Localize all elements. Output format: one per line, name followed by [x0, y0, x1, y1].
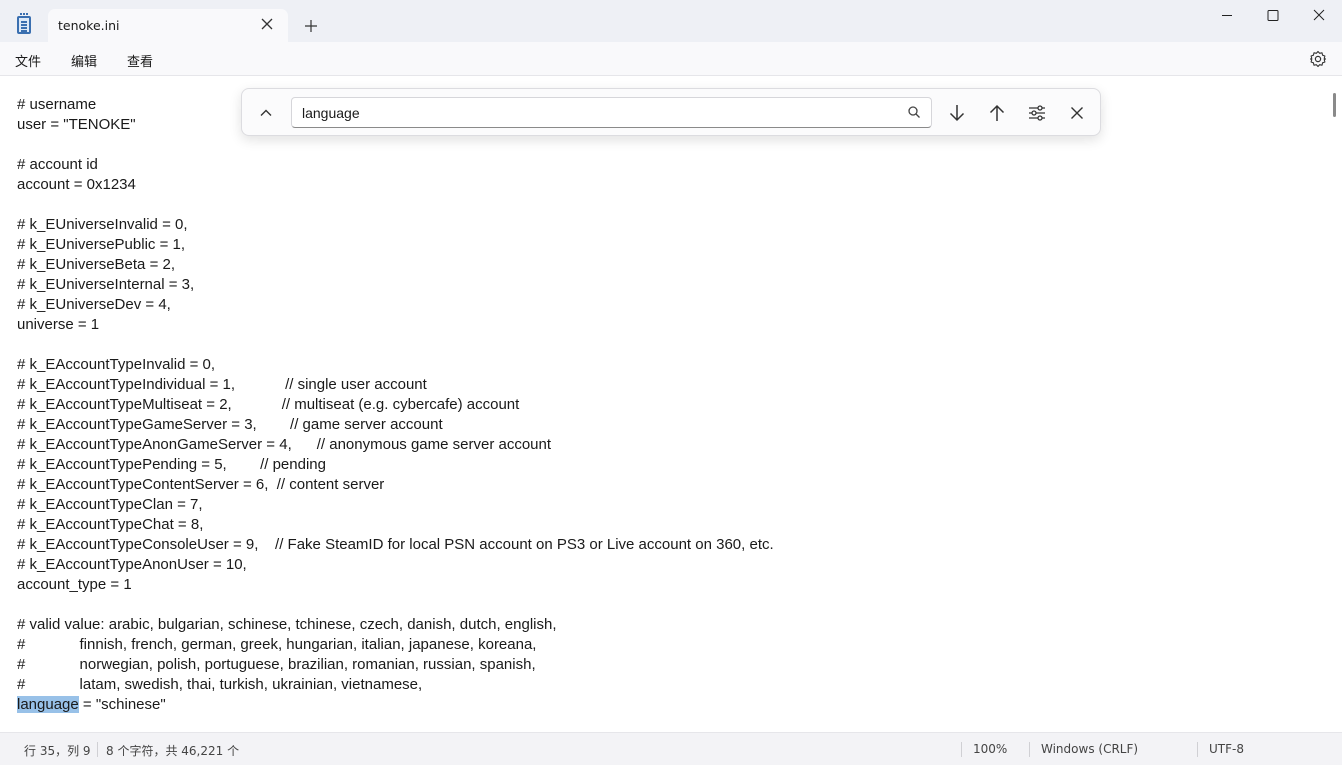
- find-panel: [241, 88, 1101, 136]
- new-tab-icon[interactable]: [303, 18, 319, 34]
- editor-line: # finnish, french, german, greek, hungar…: [17, 636, 537, 653]
- search-options-sliders-icon[interactable]: [1025, 101, 1049, 125]
- title-bar: tenoke.ini: [0, 0, 1342, 42]
- tab-title: tenoke.ini: [58, 18, 120, 33]
- menu-edit[interactable]: 编辑: [71, 51, 97, 70]
- editor-line: # k_EUniverseDev = 4,: [17, 296, 171, 313]
- status-divider: [97, 742, 98, 757]
- search-icon: [908, 106, 920, 118]
- editor-content[interactable]: # username user = "TENOKE" # account id acc…: [17, 95, 774, 715]
- editor-line: # k_EAccountTypePending = 5, // pending: [17, 456, 326, 473]
- find-input[interactable]: [291, 97, 932, 128]
- zoom-level[interactable]: 100%: [973, 742, 1007, 756]
- menu-bar: 文件 编辑 查看: [0, 42, 1342, 76]
- editor-line: universe = 1: [17, 316, 100, 333]
- settings-gear-icon[interactable]: [1308, 49, 1328, 69]
- editor-line: account_type = 1: [17, 576, 132, 593]
- editor-line: # k_EAccountTypeMultiseat = 2, // multis…: [17, 396, 520, 413]
- search-match-highlight: language: [17, 696, 79, 713]
- status-divider: [1029, 742, 1030, 757]
- text-editor[interactable]: # username user = "TENOKE" # account id acc…: [0, 76, 1330, 732]
- close-window-icon[interactable]: [1296, 0, 1342, 32]
- editor-line: # account id: [17, 156, 98, 173]
- selection-count: 8 个字符，共 46,221 个: [106, 744, 240, 758]
- editor-line: # k_EUniversePublic = 1,: [17, 236, 186, 253]
- vertical-scrollbar[interactable]: [1330, 76, 1342, 732]
- editor-line: # k_EUniverseInternal = 3,: [17, 276, 195, 293]
- close-tab-icon[interactable]: [260, 17, 274, 31]
- maximize-icon[interactable]: [1250, 0, 1296, 32]
- status-bar: 行 35，列 9 8 个字符，共 46,221 个 100% Windows (…: [0, 732, 1342, 765]
- line-ending[interactable]: Windows (CRLF): [1041, 742, 1138, 756]
- editor-line: # k_EAccountTypeIndividual = 1, // singl…: [17, 376, 427, 393]
- line-text: = "schinese": [78, 696, 166, 713]
- close-find-icon[interactable]: [1065, 101, 1089, 125]
- tab-tenoke-ini[interactable]: tenoke.ini: [48, 9, 288, 42]
- editor-line: # k_EAccountTypeContentServer = 6, // co…: [17, 476, 385, 493]
- encoding[interactable]: UTF-8: [1209, 742, 1244, 756]
- menu-file[interactable]: 文件: [15, 51, 41, 70]
- status-divider: [1197, 742, 1198, 757]
- editor-line: # k_EAccountTypeChat = 8,: [17, 516, 204, 533]
- editor-line: account = 0x1234: [17, 176, 136, 193]
- editor-line: # k_EAccountTypeGameServer = 3, // game …: [17, 416, 443, 433]
- editor-line: language = "schinese": [17, 695, 774, 715]
- scrollbar-thumb[interactable]: [1333, 93, 1336, 117]
- editor-line: # latam, swedish, thai, turkish, ukraini…: [17, 676, 423, 693]
- status-divider: [961, 742, 962, 757]
- editor-line: # norwegian, polish, portuguese, brazili…: [17, 656, 536, 673]
- find-next-arrow-down-icon[interactable]: [945, 101, 969, 125]
- editor-line: # k_EUniverseInvalid = 0,: [17, 216, 188, 233]
- editor-line: # k_EUniverseBeta = 2,: [17, 256, 176, 273]
- editor-line: # k_EAccountTypeConsoleUser = 9, // Fake…: [17, 536, 774, 553]
- chevron-up-icon[interactable]: [256, 103, 276, 123]
- editor-line: # valid value: arabic, bulgarian, schine…: [17, 616, 557, 633]
- find-previous-arrow-up-icon[interactable]: [985, 101, 1009, 125]
- editor-line: # k_EAccountTypeAnonUser = 10,: [17, 556, 247, 573]
- editor-line: # k_EAccountTypeInvalid = 0,: [17, 356, 216, 373]
- menu-view[interactable]: 查看: [127, 51, 153, 70]
- notepad-app-icon: [17, 13, 31, 34]
- minimize-icon[interactable]: [1204, 0, 1250, 32]
- cursor-position[interactable]: 行 35，列 9: [24, 742, 91, 759]
- editor-line: # k_EAccountTypeAnonGameServer = 4, // a…: [17, 436, 552, 453]
- editor-line: # k_EAccountTypeClan = 7,: [17, 496, 203, 513]
